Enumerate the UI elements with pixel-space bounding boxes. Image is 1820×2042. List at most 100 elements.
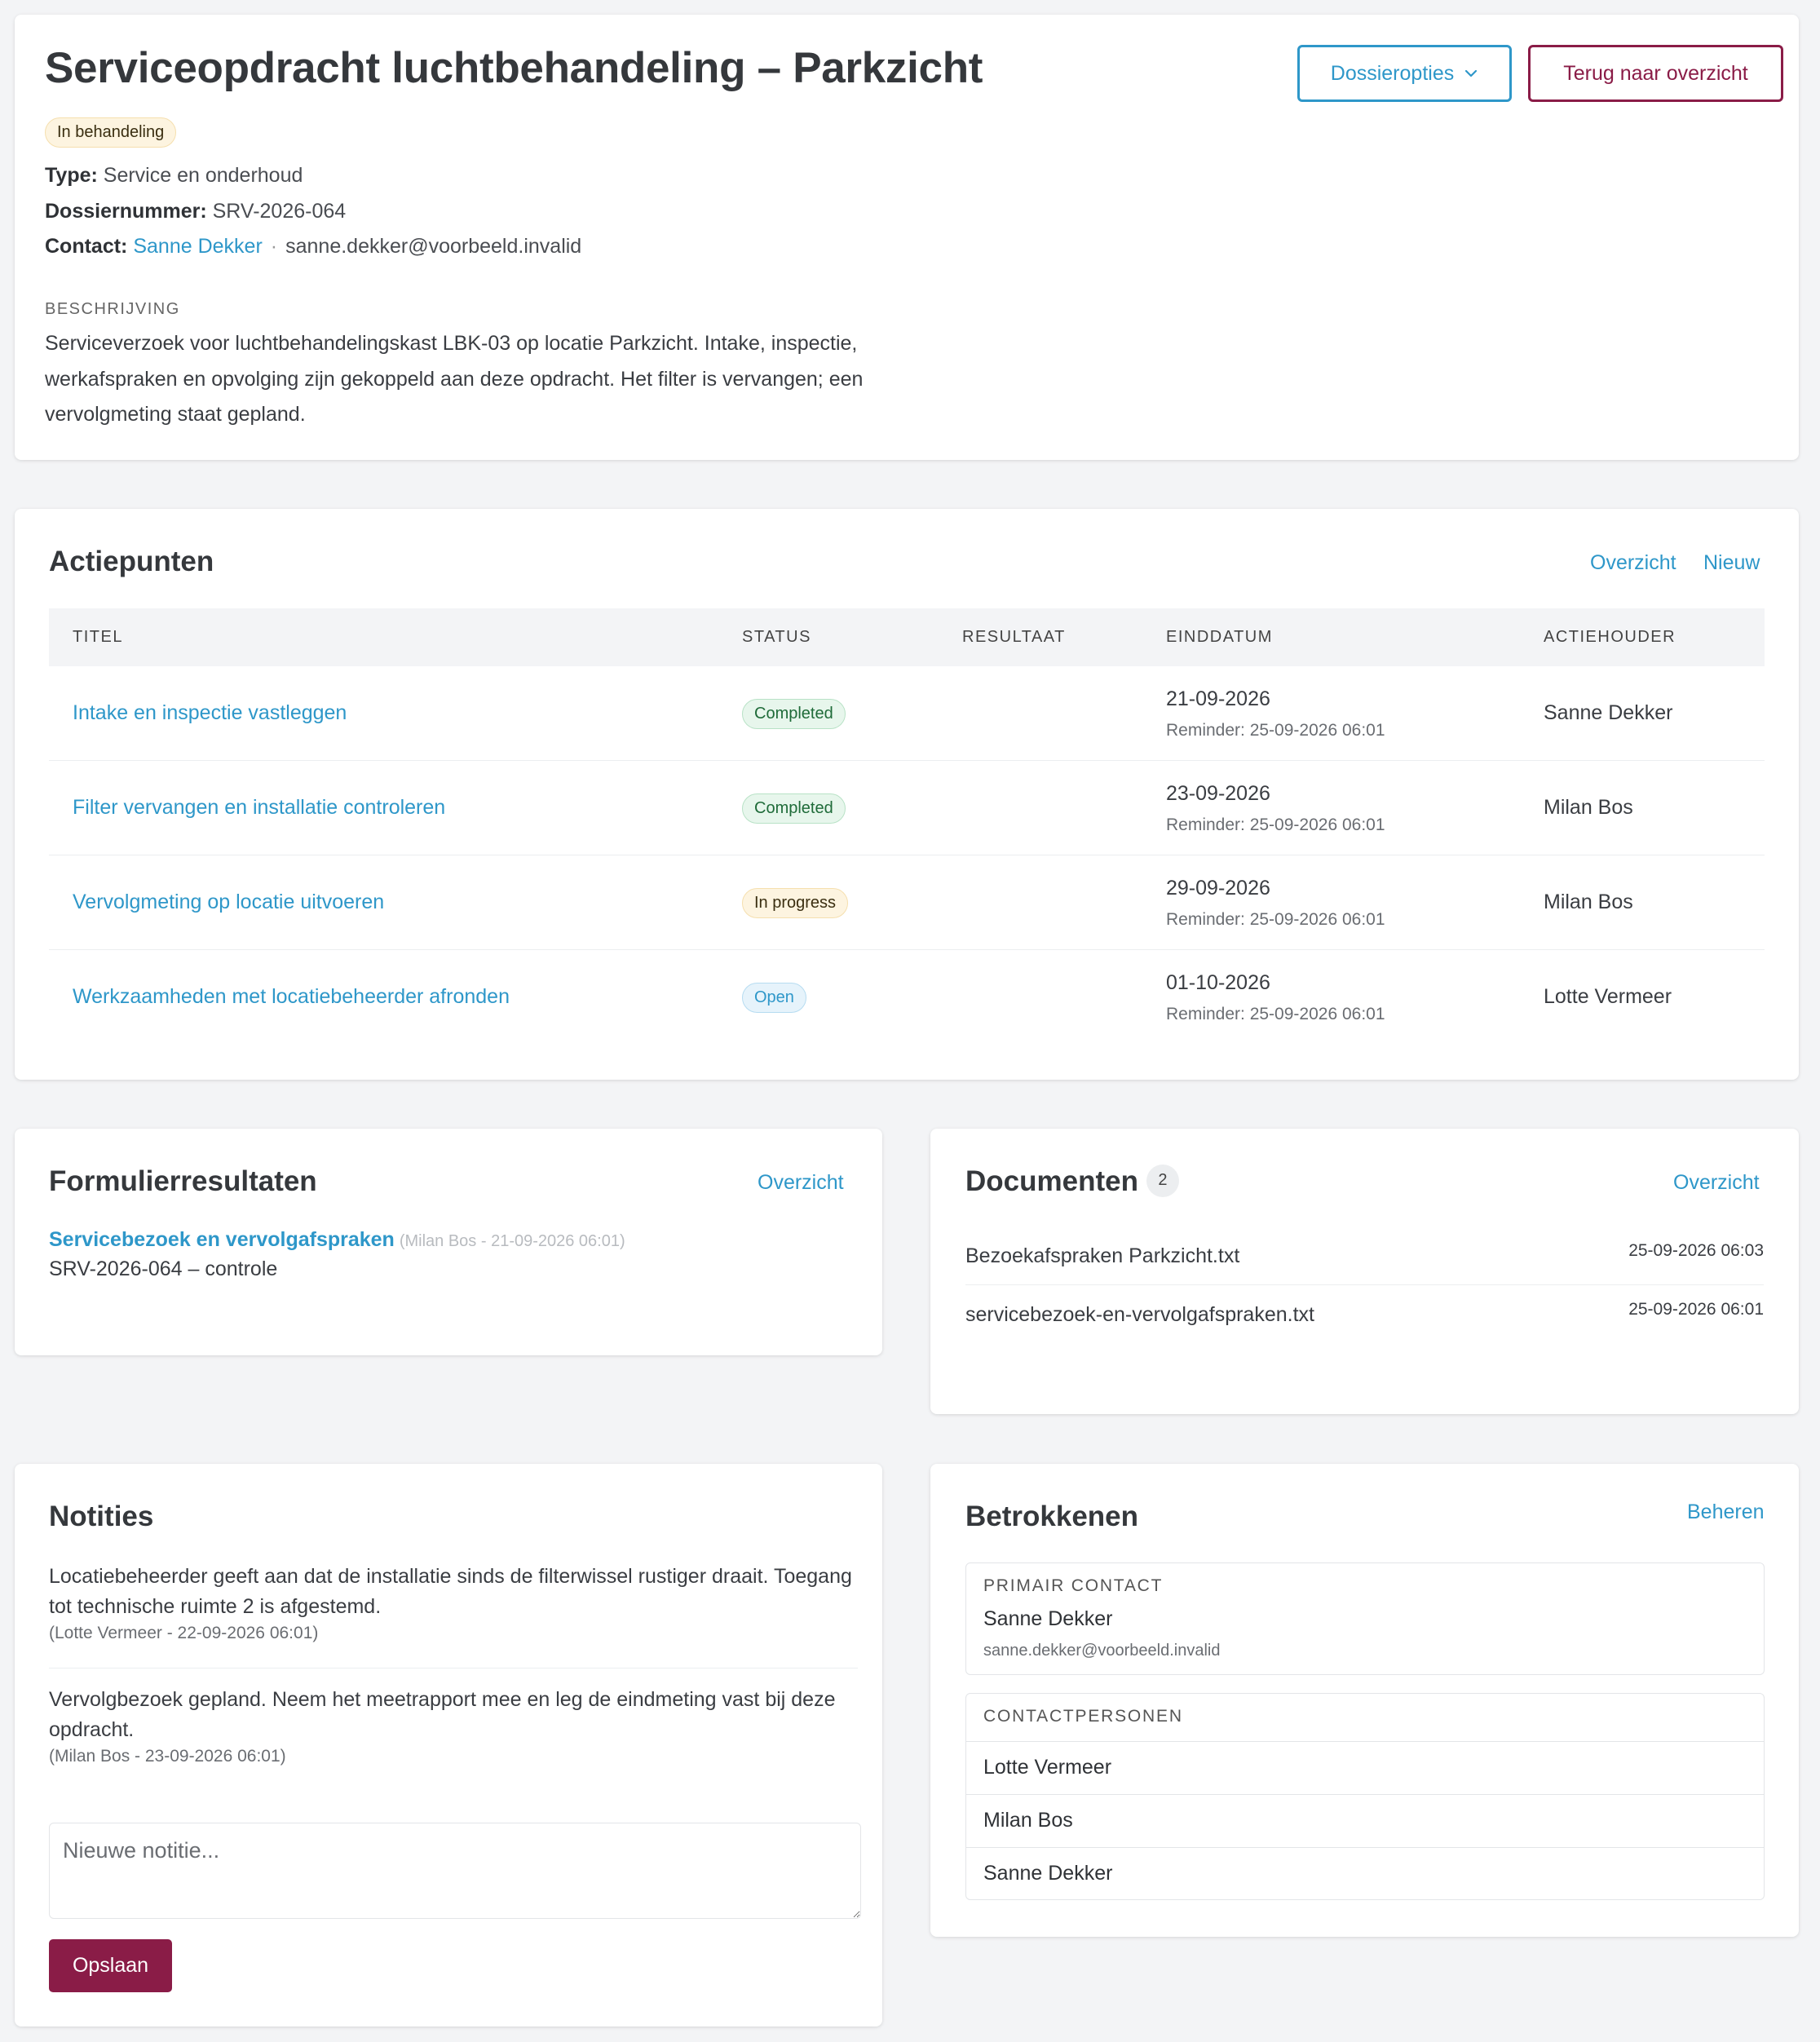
primary-contact-name: Sanne Dekker bbox=[983, 1607, 1113, 1630]
note-divider bbox=[49, 1668, 858, 1669]
list-item: Milan Bos bbox=[966, 1794, 1764, 1847]
form-results-overview-link[interactable]: Overzicht bbox=[758, 1171, 844, 1195]
status-badge: Open bbox=[742, 983, 806, 1013]
notes-title: Notities bbox=[49, 1501, 154, 1532]
action-owner: Milan Bos bbox=[1544, 891, 1633, 913]
involved-people-manage-link[interactable]: Beheren bbox=[1687, 1501, 1765, 1524]
type-value: Service en onderhoud bbox=[103, 164, 303, 187]
column-header-end-date: EINDDATUM bbox=[1166, 628, 1273, 646]
action-owner: Lotte Vermeer bbox=[1544, 985, 1672, 1008]
type-line: Type: Service en onderhoud bbox=[45, 164, 303, 188]
form-results-title: Formulierresultaten bbox=[49, 1165, 317, 1197]
type-label: Type: bbox=[45, 164, 98, 187]
end-date: 23-09-2026 bbox=[1166, 782, 1270, 805]
reminder-text: Reminder: 25-09-2026 06:01 bbox=[1166, 910, 1385, 929]
form-result-link[interactable]: Servicebezoek en vervolgafspraken bbox=[49, 1228, 395, 1251]
dossier-number-value: SRV-2026-064 bbox=[212, 200, 347, 223]
form-result-item: Servicebezoek en vervolgafspraken (Milan … bbox=[49, 1228, 625, 1252]
status-badge: Completed bbox=[742, 793, 846, 824]
status-cell: Completed bbox=[742, 793, 846, 824]
status-badge: Completed bbox=[742, 699, 846, 729]
table-row: Filter vervangen en installatie controle… bbox=[49, 761, 1765, 855]
status-cell: Completed bbox=[742, 699, 846, 729]
reminder-text: Reminder: 25-09-2026 06:01 bbox=[1166, 1005, 1385, 1023]
involved-people-title: Betrokkenen bbox=[965, 1501, 1139, 1532]
form-results-card: Formulierresultaten Overzicht Servicebez… bbox=[15, 1129, 882, 1355]
column-header-owner: ACTIEHOUDER bbox=[1544, 628, 1676, 646]
contact-persons-caption: CONTACTPERSONEN bbox=[983, 1707, 1183, 1726]
document-date: 25-09-2026 06:03 bbox=[1628, 1241, 1764, 1260]
back-to-overview-label: Terug naar overzicht bbox=[1563, 61, 1748, 85]
form-result-meta: (Milan Bos - 21-09-2026 06:01) bbox=[399, 1232, 625, 1250]
description-text: Serviceverzoek voor luchtbehandelingskas… bbox=[45, 332, 864, 426]
status-badge: In behandeling bbox=[45, 117, 177, 148]
action-title-link[interactable]: Intake en inspectie vastleggen bbox=[73, 701, 347, 725]
contact-person-name: Milan Bos bbox=[983, 1809, 1073, 1832]
documents-count-badge: 2 bbox=[1146, 1164, 1179, 1197]
primary-contact-email: sanne.dekker@voorbeeld.invalid bbox=[983, 1642, 1221, 1660]
primary-contact-caption: PRIMAIR CONTACT bbox=[983, 1576, 1164, 1595]
contact-email: sanne.dekker@voorbeeld.invalid bbox=[285, 235, 582, 258]
end-date: 21-09-2026 bbox=[1166, 687, 1270, 710]
documents-title: Documenten 2 bbox=[965, 1164, 1179, 1200]
dossier-options-button[interactable]: Dossieropties bbox=[1297, 45, 1512, 102]
contact-persons-box: CONTACTPERSONEN Lotte Vermeer Milan Bos … bbox=[965, 1693, 1765, 1900]
document-name[interactable]: Bezoekafspraken Parkzicht.txt bbox=[965, 1244, 1239, 1268]
contact-person-name: Lotte Vermeer bbox=[983, 1756, 1112, 1779]
status-cell: Open bbox=[742, 983, 806, 1013]
status-cell: In progress bbox=[742, 888, 849, 918]
note-meta: (Lotte Vermeer - 22-09-2026 06:01) bbox=[49, 1624, 319, 1642]
list-item: Sanne Dekker bbox=[966, 1847, 1764, 1900]
action-owner: Milan Bos bbox=[1544, 796, 1633, 819]
note-item: Locatiebeheerder geeft aan dat de instal… bbox=[49, 1562, 858, 1643]
document-name[interactable]: servicebezoek-en-vervolgafspraken.txt bbox=[965, 1303, 1314, 1327]
save-note-button[interactable]: Opslaan bbox=[49, 1939, 172, 1992]
new-note-input[interactable] bbox=[49, 1823, 861, 1919]
note-meta: (Milan Bos - 23-09-2026 06:01) bbox=[49, 1747, 286, 1766]
action-items-new-link[interactable]: Nieuw bbox=[1703, 551, 1760, 575]
primary-contact-box: PRIMAIR CONTACT Sanne Dekker sanne.dekke… bbox=[965, 1562, 1765, 1675]
table-row: Werkzaamheden met locatiebeheerder afron… bbox=[49, 950, 1765, 1045]
action-items-overview-link[interactable]: Overzicht bbox=[1590, 551, 1676, 575]
page-title: Serviceopdracht luchtbehandeling – Parkz… bbox=[45, 44, 983, 92]
document-row[interactable]: Bezoekafspraken Parkzicht.txt 25-09-2026… bbox=[965, 1227, 1764, 1285]
contact-line: Contact: Sanne Dekker · sanne.dekker@voorb… bbox=[45, 235, 581, 259]
column-header-result: RESULTAAT bbox=[962, 628, 1066, 646]
dossier-header-card: Serviceopdracht luchtbehandeling – Parkz… bbox=[15, 15, 1799, 460]
involved-people-card: Betrokkenen Beheren PRIMAIR CONTACT Sann… bbox=[930, 1464, 1799, 1937]
chevron-down-icon bbox=[1465, 69, 1478, 77]
action-title-link[interactable]: Werkzaamheden met locatiebeheerder afron… bbox=[73, 985, 510, 1009]
reminder-text: Reminder: 25-09-2026 06:01 bbox=[1166, 815, 1385, 834]
table-row: Vervolgmeting op locatie uitvoeren In pr… bbox=[49, 855, 1765, 950]
document-date: 25-09-2026 06:01 bbox=[1628, 1300, 1764, 1319]
column-header-title: TITEL bbox=[73, 628, 123, 646]
documents-overview-link[interactable]: Overzicht bbox=[1673, 1171, 1760, 1195]
table-header: TITEL STATUS RESULTAAT EINDDATUM ACTIEHO… bbox=[49, 608, 1765, 666]
dossier-number-line: Dossiernummer: SRV-2026-064 bbox=[45, 200, 346, 223]
dossier-number-label: Dossiernummer: bbox=[45, 200, 207, 223]
documents-title-text: Documenten bbox=[965, 1165, 1138, 1197]
status-badge: In progress bbox=[742, 888, 849, 918]
reminder-text: Reminder: 25-09-2026 06:01 bbox=[1166, 721, 1385, 740]
action-items-title: Actiepunten bbox=[49, 546, 214, 577]
contact-name-link[interactable]: Sanne Dekker bbox=[133, 235, 262, 258]
action-title-link[interactable]: Filter vervangen en installatie controle… bbox=[73, 796, 445, 820]
action-title-link[interactable]: Vervolgmeting op locatie uitvoeren bbox=[73, 891, 384, 914]
back-to-overview-button[interactable]: Terug naar overzicht bbox=[1528, 45, 1783, 102]
form-result-subtitle: SRV-2026-064 – controle bbox=[49, 1257, 278, 1280]
column-header-status: STATUS bbox=[742, 628, 811, 646]
table-row: Intake en inspectie vastleggen Completed… bbox=[49, 666, 1765, 761]
end-date: 01-10-2026 bbox=[1166, 971, 1270, 994]
document-row[interactable]: servicebezoek-en-vervolgafspraken.txt 25… bbox=[965, 1285, 1764, 1344]
notes-card: Notities Locatiebeheerder geeft aan dat … bbox=[15, 1464, 882, 2027]
contact-label: Contact: bbox=[45, 235, 128, 258]
action-owner: Sanne Dekker bbox=[1544, 701, 1673, 724]
list-item: Lotte Vermeer bbox=[966, 1741, 1764, 1794]
note-item: Vervolgbezoek gepland. Neem het meetrapp… bbox=[49, 1685, 858, 1766]
description-caption: BESCHRIJVING bbox=[45, 300, 180, 318]
contact-person-name: Sanne Dekker bbox=[983, 1862, 1113, 1885]
dossier-options-label: Dossieropties bbox=[1330, 61, 1455, 85]
note-text: Vervolgbezoek gepland. Neem het meetrapp… bbox=[49, 1688, 836, 1741]
end-date: 29-09-2026 bbox=[1166, 877, 1270, 899]
note-text: Locatiebeheerder geeft aan dat de instal… bbox=[49, 1565, 852, 1618]
